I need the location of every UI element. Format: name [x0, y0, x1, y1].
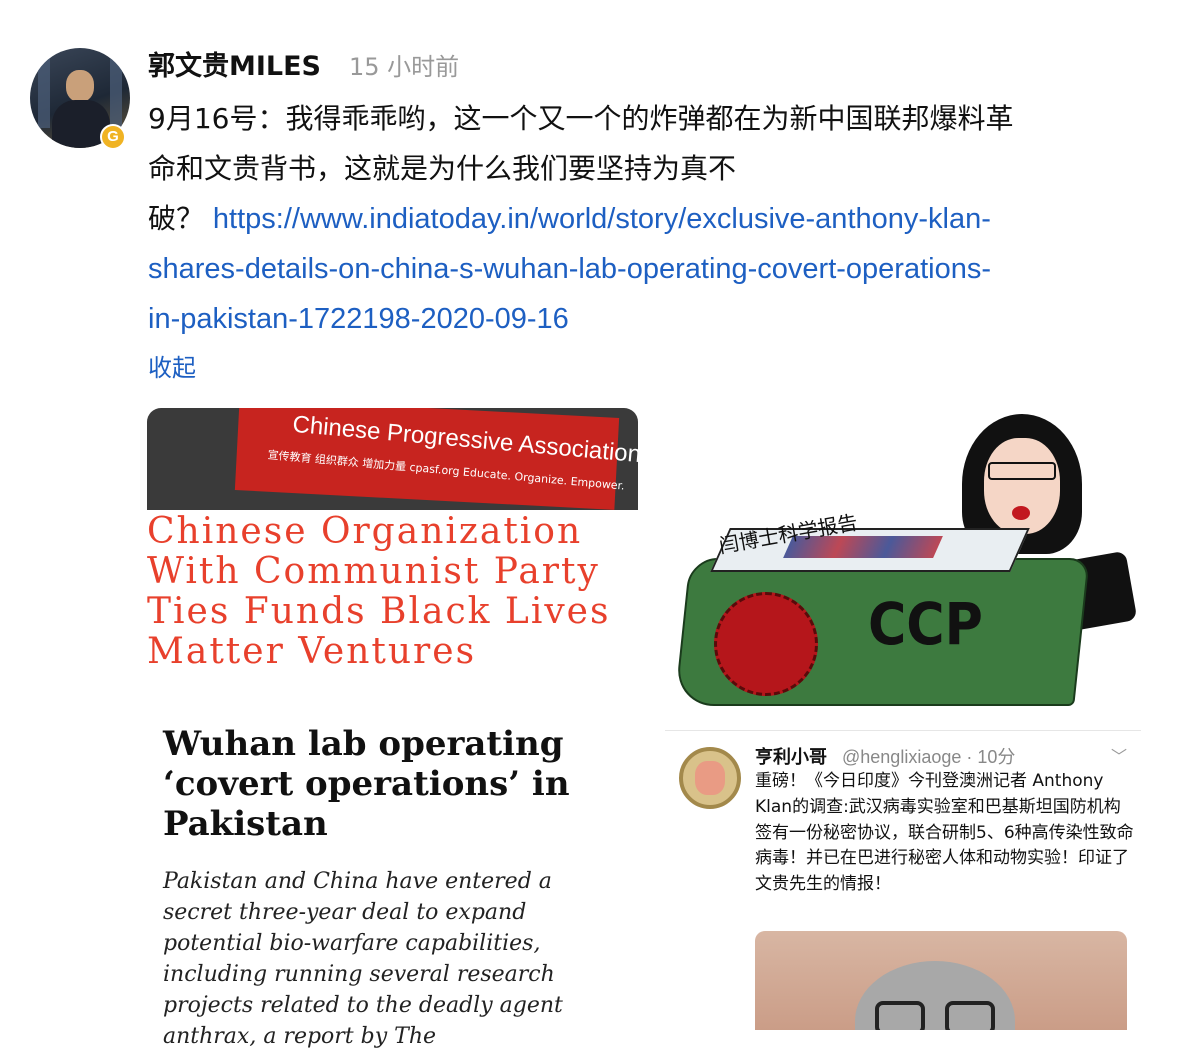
avatar-face [66, 70, 94, 102]
post-text-line: 破？ https://www.indiatoday.in/world/story… [148, 202, 991, 235]
cartoon-mouth [1012, 506, 1030, 520]
post-timestamp: 15 小时前 [349, 53, 460, 81]
tweet-avatar-portrait [695, 761, 725, 795]
article-link[interactable]: shares-details-on-china-s-wuhan-lab-oper… [148, 253, 991, 285]
attached-image-3[interactable]: Wuhan lab operating ‘covert operations’ … [147, 708, 638, 1048]
virus-icon [714, 592, 818, 696]
attached-image-1[interactable]: Chinese Progressive Association 宣传教育 组织群… [147, 408, 638, 698]
attached-image-4[interactable]: 亨利小哥 @henglixiaoge · 10分 ﹀ 重磅！《今日印度》今刊登澳… [665, 730, 1141, 1030]
chevron-down-icon: ﹀ [1111, 747, 1128, 766]
cartoon-glasses [988, 462, 1056, 480]
article-link[interactable]: https://www.indiatoday.in/world/story/ex… [213, 203, 991, 235]
avatar-background [110, 58, 122, 128]
tweet-author-name: 亨利小哥 [755, 747, 827, 768]
post-text: 9月16号：我得乖乖哟，这一个又一个的炸弹都在为新中国联邦爆料革 命和文贵背书，… [148, 94, 1148, 344]
verified-badge-icon: G [100, 124, 126, 150]
tweet-text: 重磅！《今日印度》今刊登澳洲记者 Anthony Klan的调查:武汉病毒实验室… [755, 771, 1134, 895]
tweet-avatar [679, 747, 741, 809]
post-text-line: 命和文贵背书，这就是为什么我们要坚持为真不 [148, 152, 737, 185]
tweet-photo-glasses [945, 1001, 995, 1030]
post-text-line: 9月16号：我得乖乖哟，这一个又一个的炸弹都在为新中国联邦爆料革 [148, 102, 1014, 135]
tweet-photo-glasses [875, 1001, 925, 1030]
author-name[interactable]: 郭文贵MILES [148, 44, 321, 83]
attached-image-2[interactable]: 闫博士科学报告 CCP [668, 408, 1141, 708]
protest-photo: Chinese Progressive Association 宣传教育 组织群… [147, 408, 638, 510]
collapse-button[interactable]: 收起 [148, 348, 196, 383]
coffin-text: CCP [868, 590, 983, 658]
tweet-photo [755, 931, 1127, 1030]
article-link[interactable]: in-pakistan-1722198-2020-09-16 [148, 303, 569, 335]
image-headline: Chinese Organization With Communist Part… [147, 511, 611, 672]
article-excerpt: Pakistan and China have entered a secret… [163, 869, 563, 1048]
avatar-background [38, 58, 50, 128]
article-headline: Wuhan lab operating ‘covert operations’ … [163, 724, 570, 844]
tweet-handle: @henglixiaoge · 10分 [842, 747, 1016, 767]
